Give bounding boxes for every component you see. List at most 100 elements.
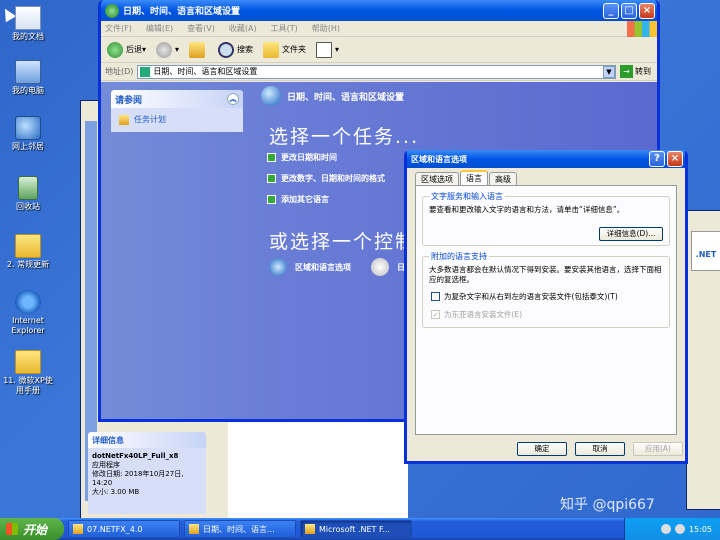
text-services-title: 文字服务和输入语言 — [429, 191, 505, 202]
windows-flag-icon — [6, 523, 18, 535]
task-change-formats[interactable]: 更改数字、日期和时间的格式 — [267, 173, 385, 184]
help-button[interactable]: ? — [649, 151, 665, 167]
taskbar-item-netfx[interactable]: 07.NETFX_4.0 — [68, 520, 180, 538]
windows-logo-icon — [627, 20, 657, 37]
dotnet-logo: .NET — [691, 231, 720, 271]
menu-file[interactable]: 文件(F) — [105, 23, 132, 34]
network-icon — [15, 116, 41, 140]
supplemental-title: 附加的语言支持 — [429, 251, 489, 262]
taskbar-item-dotnet-setup[interactable]: Microsoft .NET F... — [300, 520, 412, 538]
folder-icon — [263, 41, 280, 58]
scheduled-tasks-link[interactable]: 任务计划 — [119, 114, 235, 125]
see-also-panel: 请参阅 ︽ 任务计划 — [111, 90, 243, 132]
address-label: 地址(D) — [105, 67, 134, 76]
forward-button[interactable]: ▾ — [156, 41, 179, 58]
recycle-bin-icon — [18, 176, 38, 200]
dialog-titlebar[interactable]: 区域和语言选项 ? × — [407, 150, 685, 168]
up-button[interactable] — [189, 41, 208, 58]
computer-icon — [15, 60, 41, 84]
right-background-window: .NET — [686, 210, 720, 510]
search-button[interactable]: 搜索 — [218, 41, 253, 58]
supplemental-language-group: 附加的语言支持 大多数语言都会在默认情况下得到安装。要安装其他语言，选择下面相应… — [422, 251, 670, 328]
window-title: 日期、时间、语言和区域设置 — [123, 7, 241, 17]
menu-bar: 文件(F) 编辑(E) 查看(V) 收藏(A) 工具(T) 帮助(H) — [101, 20, 657, 37]
task-change-date-time[interactable]: 更改日期和时间 — [267, 152, 337, 163]
details-panel: 详细信息 dotNetFx40LP_Full_x8 应用程序 修改日期: 201… — [88, 432, 206, 514]
desktop-icon-my-computer[interactable]: 我的电脑 — [0, 60, 56, 96]
see-also-header: 请参阅 — [115, 95, 143, 106]
desktop-icon-ie[interactable]: Internet Explorer — [0, 290, 56, 336]
languages-panel: 文字服务和输入语言 要查看和更改输入文字的语言和方法，请单击“详细信息”。 详细… — [415, 185, 677, 435]
details-type: 应用程序 — [92, 461, 120, 469]
desktop-icon-recycle-bin[interactable]: 回收站 — [0, 176, 56, 212]
menu-favorites[interactable]: 收藏(A) — [229, 23, 257, 34]
network-status-icon[interactable] — [660, 524, 671, 534]
regional-language-dialog[interactable]: 区域和语言选项 ? × 区域选项 语言 高级 文字服务和输入语言 要查看和更改输… — [404, 150, 688, 464]
file-list-pane — [228, 422, 408, 518]
forward-arrow-icon — [156, 41, 173, 58]
minimize-button[interactable]: _ — [603, 2, 619, 19]
maximize-button[interactable]: □ — [621, 2, 637, 19]
back-button[interactable]: 后退 ▾ — [107, 41, 146, 58]
desktop-icon-network[interactable]: 网上邻居 — [0, 116, 56, 152]
east-asian-checkbox[interactable]: ✓ 为东亚语言安装文件(E) — [431, 309, 522, 320]
details-filename: dotNetFx40LP_Full_x8 — [92, 452, 179, 460]
menu-help[interactable]: 帮助(H) — [312, 23, 340, 34]
system-tray: 15:05 — [624, 518, 720, 540]
control-panel-icon — [189, 524, 199, 534]
category-header: 日期、时间、语言和区域设置 — [261, 86, 404, 106]
start-button[interactable]: 开始 — [0, 518, 64, 540]
text-services-group: 文字服务和输入语言 要查看和更改输入文字的语言和方法，请单击“详细信息”。 详细… — [422, 191, 670, 246]
apply-button[interactable]: 应用(A) — [633, 442, 683, 456]
cancel-button[interactable]: 取消 — [575, 442, 625, 456]
clock[interactable]: 15:05 — [689, 525, 712, 534]
dialog-title: 区域和语言选项 — [411, 154, 467, 164]
desktop-icon-updates[interactable]: 2. 常规更新 — [0, 234, 56, 270]
folder-icon — [15, 350, 41, 374]
arrow-icon — [267, 174, 276, 183]
task-add-languages[interactable]: 添加其它语言 — [267, 194, 329, 205]
window-titlebar[interactable]: 日期、时间、语言和区域设置 _ □ × — [101, 0, 657, 21]
pick-task-heading: 选择一个任务... — [269, 126, 420, 148]
checkbox-box[interactable]: ✓ — [431, 310, 440, 319]
address-input[interactable]: 日期、时间、语言和区域设置 ▼ — [137, 64, 616, 79]
taskbar-item-control-panel[interactable]: 日期、时间、语言... — [184, 520, 296, 538]
checkbox-box[interactable] — [431, 292, 440, 301]
regional-options-item[interactable]: 区域和语言选项 — [269, 258, 351, 276]
arrow-icon — [267, 153, 276, 162]
details-modified: 修改日期: 2018年10月27日, 14:20 — [92, 470, 184, 487]
pick-icon-heading: 或选择一个控制 — [269, 231, 417, 253]
desktop-icon-my-documents[interactable]: 我的文档 — [0, 6, 56, 42]
dialog-close-button[interactable]: × — [667, 151, 683, 167]
menu-edit[interactable]: 编辑(E) — [146, 23, 173, 34]
address-value: 日期、时间、语言和区域设置 — [153, 67, 258, 76]
ok-button[interactable]: 确定 — [517, 442, 567, 456]
globe-icon — [269, 258, 287, 276]
scheduled-tasks-icon — [119, 114, 129, 125]
views-button[interactable]: ▾ — [316, 41, 339, 58]
date-time-item[interactable]: 日 — [371, 258, 405, 276]
go-button[interactable]: → 转到 — [620, 65, 651, 78]
desktop-icon-xp-manual[interactable]: 11. 微软XP使用手册 — [0, 350, 56, 396]
collapse-icon[interactable]: ︽ — [227, 93, 239, 105]
chevron-down-icon[interactable]: ▼ — [603, 65, 615, 78]
search-icon — [218, 41, 235, 58]
globe-clock-icon — [261, 86, 281, 106]
menu-tools[interactable]: 工具(T) — [271, 23, 298, 34]
close-button[interactable]: × — [639, 2, 655, 19]
volume-icon[interactable] — [674, 524, 685, 534]
document-icon — [15, 6, 41, 30]
back-arrow-icon — [107, 41, 123, 58]
arrow-icon — [267, 195, 276, 204]
complex-script-checkbox[interactable]: 为复杂文字和从右到左的语言安装文件(包括泰文)(T) — [431, 291, 618, 302]
details-size: 大小: 3.00 MB — [92, 488, 140, 496]
menu-view[interactable]: 查看(V) — [187, 23, 215, 34]
folders-button[interactable]: 文件夹 — [263, 41, 306, 58]
clock-icon — [371, 258, 389, 276]
internet-explorer-icon — [15, 290, 41, 314]
view-grid-icon — [316, 41, 333, 58]
watermark: 知乎 @qpi667 — [560, 497, 655, 513]
address-bar: 地址(D) 日期、时间、语言和区域设置 ▼ → 转到 — [101, 63, 657, 81]
details-button[interactable]: 详细信息(D)... — [599, 227, 663, 241]
details-header: 详细信息 — [92, 435, 124, 445]
